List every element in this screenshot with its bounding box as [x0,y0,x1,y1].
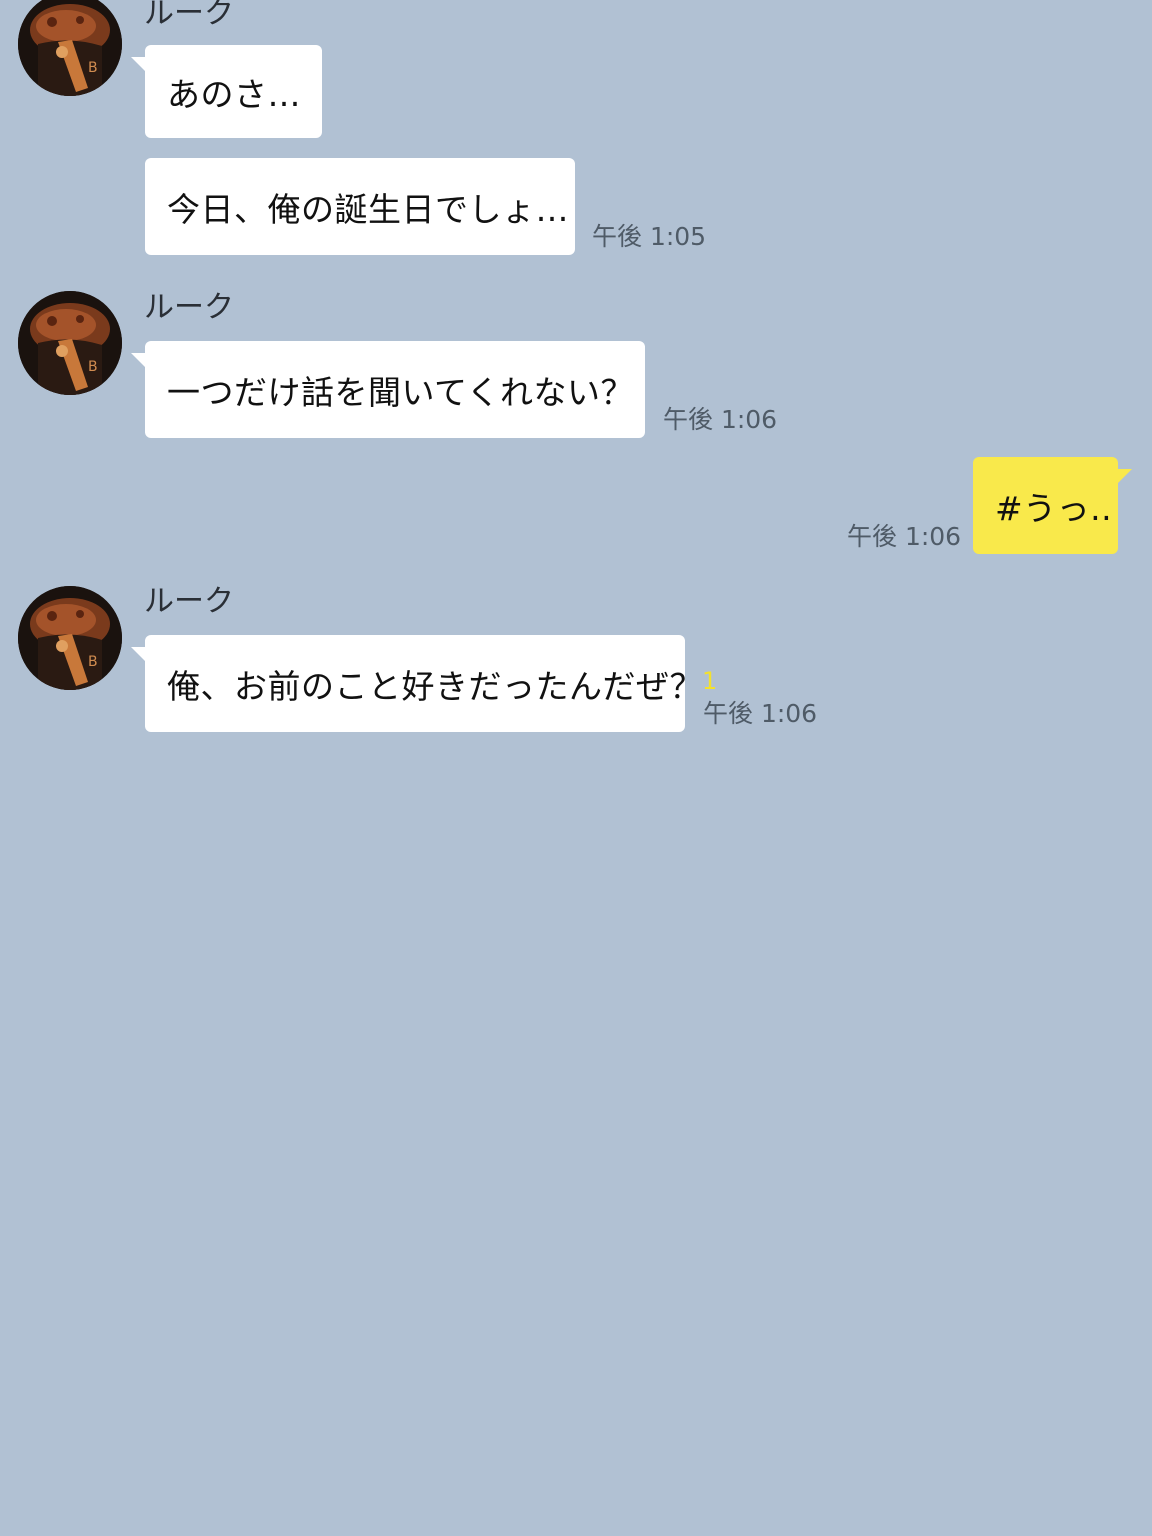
message-time: 午後 1:06 [663,405,778,434]
message-bubble[interactable]: 俺、お前のこと好きだったんだぜ？ [131,635,703,732]
message-bubble[interactable]: あのさ… [131,45,322,138]
svg-text:B: B [88,359,98,375]
svg-text:B: B [88,654,98,670]
bubble-tail [1116,469,1132,485]
bubble-tail [131,647,147,663]
character-portrait-icon: B [18,0,122,96]
sender-avatar[interactable]: B [18,0,122,96]
sender-avatar[interactable]: B [18,291,122,395]
character-portrait-icon: B [18,586,122,690]
message-text: 俺、お前のこと好きだったんだぜ？ [167,666,703,706]
message-text: 今日、俺の誕生日でしょ… [167,189,569,229]
svg-text:B: B [88,60,98,76]
message-time: 午後 1:06 [703,699,818,728]
character-portrait-icon: B [18,291,122,395]
read-count: 1 [702,667,718,695]
sender-name: ルーク [144,584,234,619]
bubble-tail [131,353,147,369]
message-text: #うっ.. [995,488,1113,528]
sender-name: ルーク [144,0,234,31]
bubble-tail [131,57,147,73]
message-text: あのさ… [167,74,301,114]
message-bubble-outgoing[interactable]: #うっ.. [973,457,1132,554]
message-bubble[interactable]: 一つだけ話を聞いてくれない？ [131,341,645,438]
message-text: 一つだけ話を聞いてくれない？ [167,372,635,412]
message-time: 午後 1:05 [592,222,707,251]
sender-name: ルーク [144,290,234,325]
sender-avatar[interactable]: B [18,586,122,690]
chat-area[interactable]: B ルーク あのさ… 今日、俺の誕生日でしょ… 午後 1:05 B ルーク 一つ… [0,0,1152,1536]
message-bubble[interactable]: 今日、俺の誕生日でしょ… [145,158,575,255]
message-time: 午後 1:06 [847,522,962,551]
